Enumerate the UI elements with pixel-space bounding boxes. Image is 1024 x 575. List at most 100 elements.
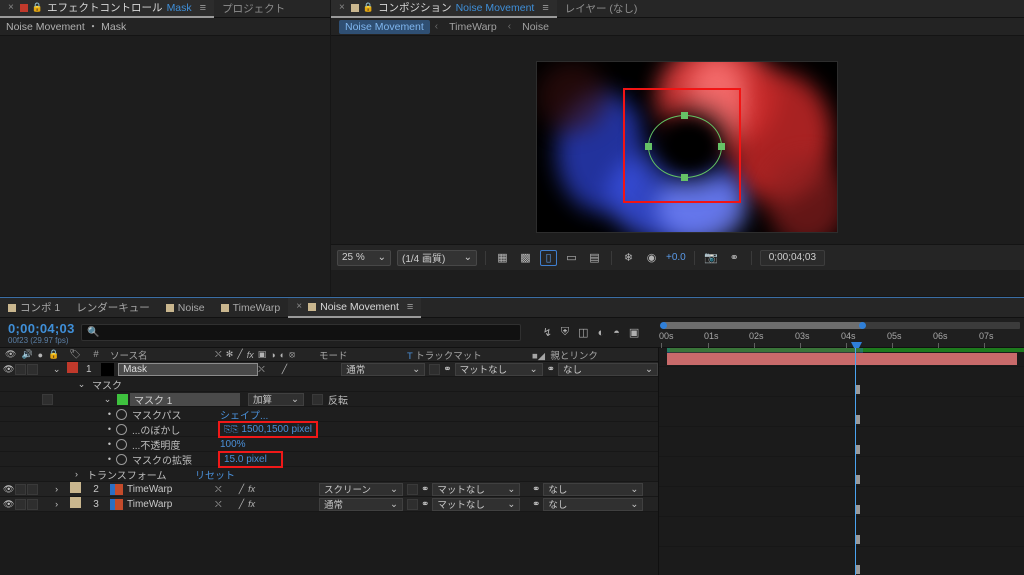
parent-area[interactable]: ⚭ なし ⌄ <box>543 362 658 376</box>
source-name-header[interactable]: ソース名 <box>104 348 215 362</box>
eye-icon[interactable]: 👁 <box>3 363 14 376</box>
table-row[interactable]: 👁 ⌄ 1 Mask ⛌ ╱ 通常 ⌄ ⚭ マットなし ⌄ ⚭ なし ⌄ <box>0 362 658 377</box>
close-icon[interactable]: × <box>339 2 345 13</box>
graph-editor-icon[interactable]: ▣ <box>629 326 639 339</box>
mask-visibility-icon[interactable]: ▩ <box>517 250 534 266</box>
lock-toggle[interactable] <box>39 483 50 496</box>
tab-noise[interactable]: Noise <box>158 298 213 318</box>
track-row-mask-path[interactable] <box>659 442 1024 457</box>
eye-icon[interactable]: 👁 <box>3 483 14 496</box>
track-row-mask-group[interactable] <box>659 382 1024 397</box>
frame-blending-icon[interactable]: ◐ <box>598 327 605 339</box>
solo-toggle[interactable] <box>27 483 39 496</box>
parent-area[interactable]: ⚭ なし ⌄ <box>528 482 658 496</box>
hide-shy-layers-icon[interactable]: ◫ <box>578 326 588 339</box>
mask-color-swatch[interactable] <box>117 393 128 405</box>
draft-3d-icon[interactable]: ⛨ <box>561 326 569 339</box>
close-icon[interactable]: × <box>296 301 302 312</box>
property-value[interactable]: シェイプ... <box>220 407 268 422</box>
current-time-display[interactable]: 0;00;04;03 00f23 (29.97 fps) <box>0 318 75 347</box>
solo-toggle[interactable] <box>27 498 39 511</box>
tab-render-queue[interactable]: レンダーキュー <box>68 298 158 318</box>
time-ruler[interactable]: 00s 01s 02s 03s 04s 05s 06s 07s <box>655 318 1024 353</box>
track-row-layer-1[interactable] <box>659 352 1024 367</box>
track-matte-area[interactable]: ⚭ マットなし ⌄ <box>403 497 528 511</box>
resolution-select[interactable]: (1/4 画質) ⌄ <box>397 249 477 266</box>
layer-name[interactable]: TimeWarp <box>127 484 172 495</box>
panel-menu-icon[interactable]: ≡ <box>200 2 206 14</box>
track-matte-area[interactable]: ⚭ マットなし ⌄ <box>403 482 528 496</box>
playhead-line[interactable] <box>855 348 856 575</box>
tab-noise-movement[interactable]: × Noise Movement ≡ <box>288 297 422 318</box>
stopwatch-icon[interactable] <box>116 438 127 450</box>
property-value[interactable]: 100% <box>220 439 246 450</box>
matte-toggle[interactable] <box>429 363 441 375</box>
panel-menu-icon[interactable]: ≡ <box>542 2 548 14</box>
mode-select-wrap[interactable]: 通常 ⌄ <box>335 362 426 376</box>
label-color-swatch[interactable] <box>62 362 82 376</box>
property-row[interactable]: • ...不透明度 100% <box>0 437 658 452</box>
property-group-row[interactable]: › トランスフォーム リセット <box>0 467 658 482</box>
track-row-mask-opacity[interactable] <box>659 502 1024 517</box>
mode-select-wrap[interactable]: スクリーン ⌄ <box>313 482 403 496</box>
tab-timewarp[interactable]: TimeWarp <box>213 298 289 318</box>
tab-project[interactable]: プロジェクト <box>214 0 293 18</box>
region-of-interest-icon[interactable]: ▯ <box>540 249 557 266</box>
close-icon[interactable]: × <box>8 2 14 13</box>
matte-toggle[interactable] <box>407 483 418 495</box>
stopwatch-icon[interactable] <box>116 453 127 465</box>
mode-header[interactable]: モード <box>313 348 403 362</box>
tab-comp-1[interactable]: コンポ 1 <box>0 298 68 318</box>
snapshot-view-icon[interactable]: ▤ <box>586 250 603 266</box>
link-dimensions-icon[interactable]: ⎘⎘ <box>224 424 238 435</box>
property-value[interactable]: 15.0 pixel <box>224 454 267 465</box>
parent-link-header[interactable]: ■◢ 親とリンク <box>528 348 658 362</box>
track-row-mask-expansion[interactable] <box>659 532 1024 547</box>
mode-select-wrap[interactable]: 通常 ⌄ <box>313 497 403 511</box>
panel-menu-icon[interactable]: ≡ <box>407 301 413 313</box>
label-color-swatch[interactable] <box>62 482 88 496</box>
layer-name-area[interactable]: TimeWarp <box>104 483 215 495</box>
time-zoom-bar[interactable] <box>660 320 1020 330</box>
stopwatch-icon[interactable] <box>116 423 127 435</box>
breadcrumb-item-timewarp[interactable]: TimeWarp <box>443 20 503 34</box>
effects-icon[interactable]: fx <box>248 484 255 494</box>
channel-rgb-icon[interactable]: ❄ <box>620 250 637 266</box>
audio-toggle[interactable] <box>15 483 27 496</box>
pickwhip-icon[interactable]: ⚭ <box>547 364 555 375</box>
quality-icon[interactable]: ╱ <box>282 364 287 375</box>
mask-handle-bottom[interactable] <box>681 174 688 181</box>
track-matte-area[interactable]: ⚭ マットなし ⌄ <box>425 362 543 376</box>
layer-name-area[interactable]: Mask <box>95 362 259 376</box>
mask-handle-left[interactable] <box>645 143 652 150</box>
shy-icon[interactable]: ⛌ <box>215 484 222 495</box>
zoom-level-select[interactable]: 25 % ⌄ <box>337 249 391 266</box>
invert-checkbox[interactable] <box>312 393 323 405</box>
exposure-value[interactable]: +0.0 <box>666 252 686 263</box>
table-row[interactable]: 👁 › 3 TimeWarp ⛌ ╱ fx 通常 ⌄ ⚭ マットなし ⌄ ⚭ な… <box>0 497 658 512</box>
motion-blur-icon[interactable]: ◓ <box>613 327 620 339</box>
layer-name-area[interactable]: TimeWarp <box>104 498 215 510</box>
mask-handle-top[interactable] <box>681 112 688 119</box>
exposure-icon[interactable]: ◉ <box>643 250 660 266</box>
disclosure-icon[interactable]: ⌄ <box>101 393 114 406</box>
disclosure-icon[interactable]: ⌄ <box>75 378 88 391</box>
layer-switches[interactable]: ⛌ ╱ fx <box>215 499 313 510</box>
track-row-mask-1[interactable] <box>659 412 1024 427</box>
mask-name[interactable]: マスク 1 <box>130 392 240 407</box>
lock-toggle[interactable] <box>39 498 50 511</box>
pickwhip-icon[interactable]: ⚭ <box>532 499 540 510</box>
breadcrumb-item-noise-movement[interactable]: Noise Movement <box>339 19 430 34</box>
pickwhip-icon[interactable]: ⚭ <box>532 484 540 495</box>
tab-layer[interactable]: レイヤー (なし) <box>557 0 646 18</box>
shy-icon[interactable]: ⛌ <box>258 364 265 375</box>
mask-handle-right[interactable] <box>718 143 725 150</box>
search-input[interactable]: 🔍 <box>81 324 521 341</box>
lock-toggle[interactable] <box>39 363 50 376</box>
breadcrumb-item-noise[interactable]: Noise <box>516 20 555 34</box>
disclosure-icon[interactable]: › <box>51 498 62 511</box>
matte-toggle[interactable] <box>407 498 418 510</box>
mask-ellipse-path[interactable] <box>648 115 722 178</box>
layer-switches[interactable]: ⛌ ╱ <box>258 364 335 375</box>
layer-bar[interactable] <box>667 353 1017 365</box>
